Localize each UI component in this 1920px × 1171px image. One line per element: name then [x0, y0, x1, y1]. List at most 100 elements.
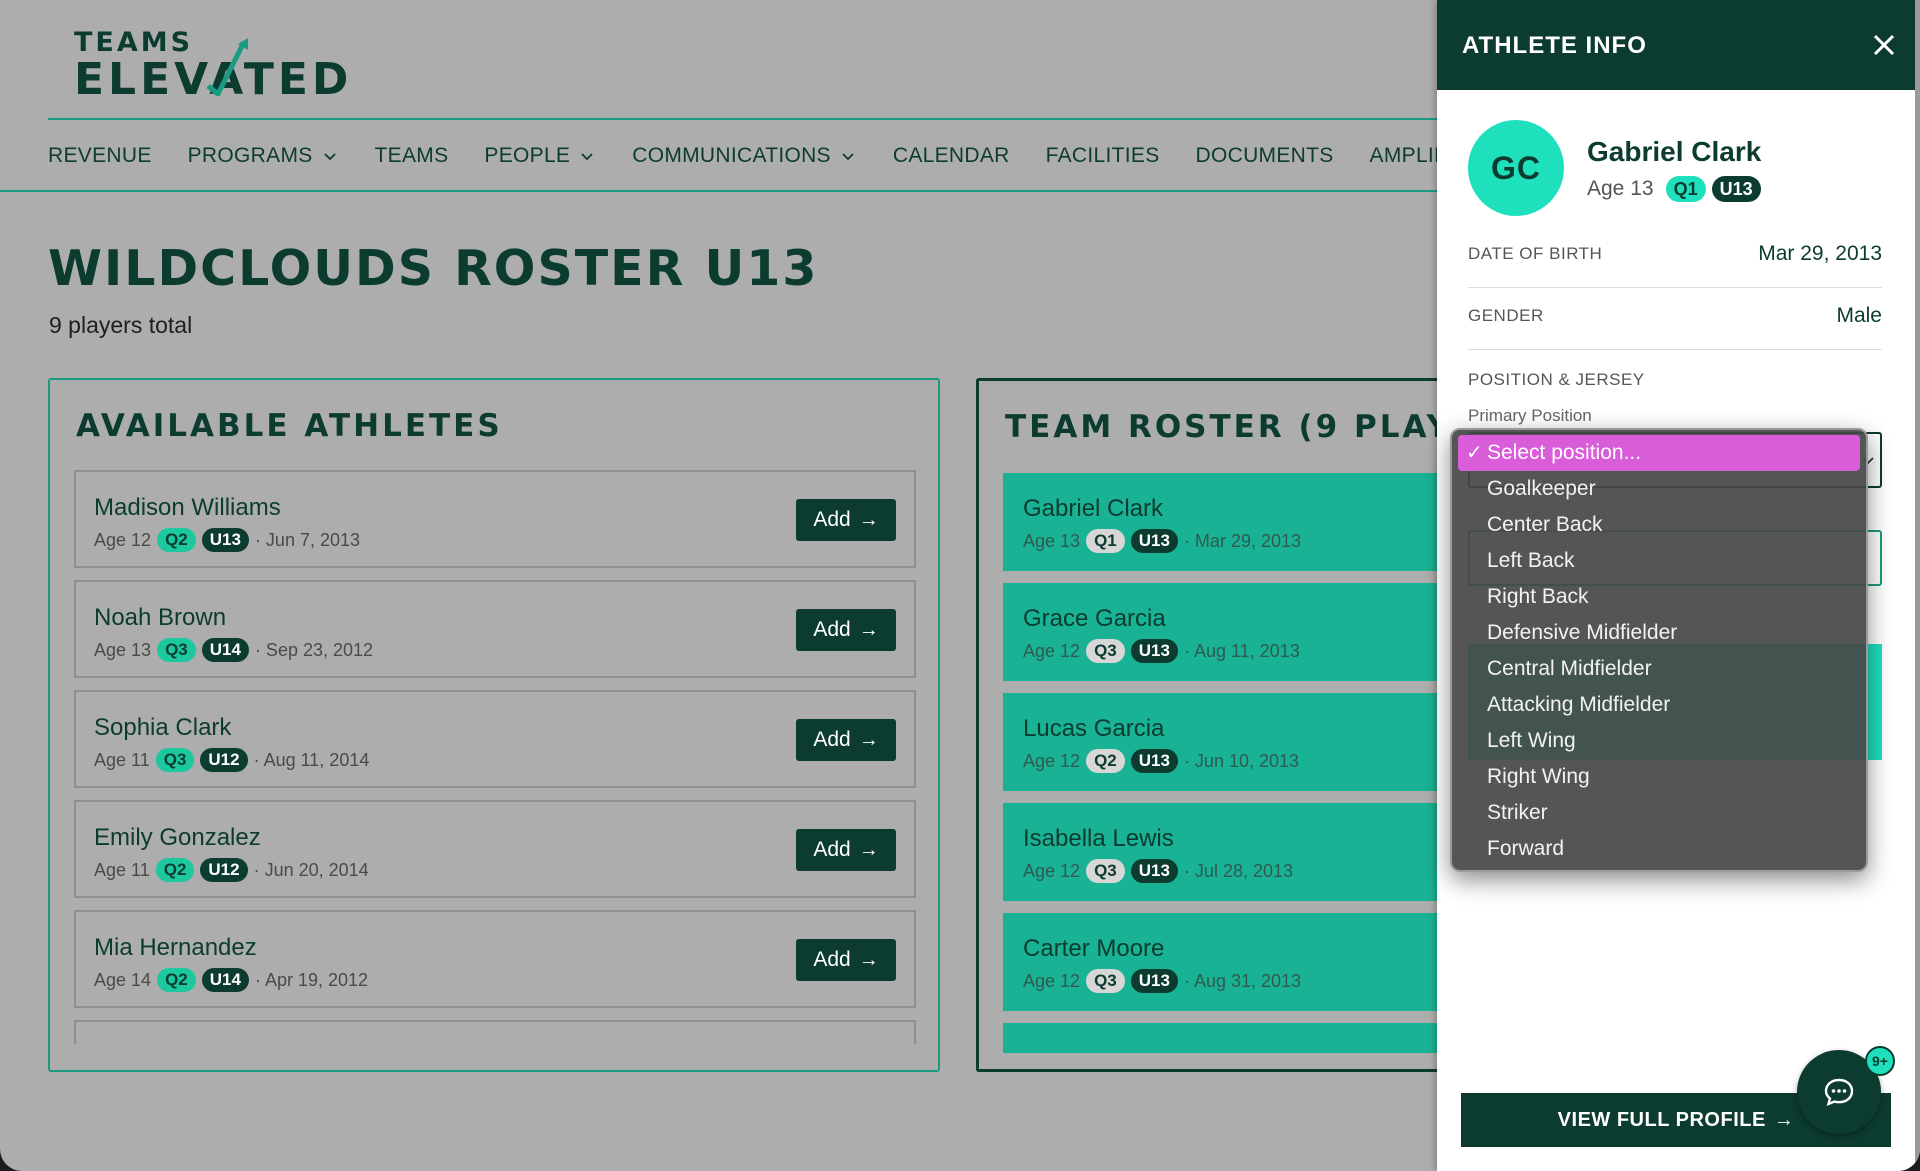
add-athlete-button[interactable]: Add → [796, 829, 896, 871]
position-option[interactable]: Central Midfielder [1458, 651, 1860, 687]
drawer-header: ATHLETE INFO [1437, 0, 1917, 90]
player-count: 9 players total [49, 312, 193, 338]
nav-item-communications[interactable]: COMMUNICATIONS [632, 144, 857, 168]
age-group-badge: U12 [200, 858, 248, 882]
gender-row: GENDER Male [1468, 290, 1882, 350]
available-athletes-list[interactable]: Madison Williams Age 12 Q2 U13 · Jun 7, 2013… [74, 470, 916, 1044]
position-option[interactable]: Defensive Midfielder [1458, 615, 1860, 651]
athlete-name: Noah Brown [94, 604, 227, 631]
add-athlete-button[interactable]: Add → [796, 939, 896, 981]
nav-item-label: COMMUNICATIONS [632, 144, 831, 167]
athlete-meta: Age 13 Q1 U13 [1587, 176, 1767, 202]
arrow-right-icon: → [858, 618, 879, 641]
chevron-down-icon [581, 153, 593, 161]
main-nav: REVENUE PROGRAMS TEAMS PEOPLE COMMUNICATIONS… [48, 142, 1519, 170]
nav-item-calendar[interactable]: CALENDAR [893, 144, 1010, 168]
roster-card[interactable]: Lucas Garcia Age 12 Q2 U13 · Jun 10, 2013 [1003, 693, 1446, 791]
avatar: GC [1468, 120, 1564, 216]
position-option-label: Right Back [1487, 585, 1589, 608]
position-option[interactable]: Center Back [1458, 507, 1860, 543]
add-athlete-button[interactable]: Add → [796, 609, 896, 651]
nav-item-label: TEAMS [374, 144, 449, 167]
athlete-meta: Age 13 Q1 U13 · Mar 29, 2013 [1023, 529, 1307, 553]
position-jersey-label: POSITION & JERSEY [1468, 370, 1645, 389]
nav-item-facilities[interactable]: FACILITIES [1046, 144, 1160, 168]
birth-date: · Apr 19, 2012 [254, 969, 369, 990]
quarter-badge: Q2 [155, 858, 195, 882]
add-athlete-button[interactable]: Add → [796, 719, 896, 761]
athlete-age: Age 12 [1023, 860, 1081, 881]
position-option-label: Right Wing [1487, 765, 1590, 788]
quarter-badge: Q1 [1086, 529, 1125, 553]
age-group-badge: U14 [201, 968, 249, 992]
dob-value: Mar 29, 2013 [1758, 242, 1882, 265]
age-group-badge: U13 [1130, 969, 1178, 993]
birth-date: · Aug 11, 2013 [1183, 640, 1300, 661]
position-option[interactable]: Forward [1458, 831, 1860, 867]
add-label: Add [813, 838, 851, 861]
nav-item-label: PROGRAMS [187, 144, 313, 167]
roster-card[interactable]: Grace Garcia Age 12 Q3 U13 · Aug 11, 2013 [1003, 583, 1446, 681]
position-option-label: Left Wing [1487, 729, 1576, 752]
age-group-badge: U13 [1130, 529, 1178, 553]
chevron-down-icon [323, 153, 336, 161]
position-option[interactable]: Striker [1458, 795, 1860, 831]
position-option[interactable]: Attacking Midfielder [1458, 687, 1860, 723]
age-group-badge: U13 [1130, 749, 1178, 773]
position-option[interactable]: Right Back [1458, 579, 1860, 615]
roster-card[interactable]: Gabriel Clark Age 13 Q1 U13 · Mar 29, 2013 [1003, 473, 1446, 571]
quarter-badge: Q2 [157, 528, 196, 552]
position-dropdown-menu[interactable]: ✓ Select position... Goalkeeper Center Back… [1450, 428, 1868, 872]
nav-item-people[interactable]: PEOPLE [484, 144, 596, 168]
add-athlete-button[interactable]: Add → [796, 499, 896, 541]
brand-logo[interactable]: TEAMS ELEVATED [74, 28, 352, 102]
nav-item-teams[interactable]: TEAMS [375, 144, 449, 168]
position-option[interactable]: Left Wing [1458, 723, 1860, 759]
roster-card[interactable]: Isabella Lewis Age 12 Q3 U13 · Jul 28, 2013 [1003, 803, 1446, 901]
position-option-label: Select position... [1487, 441, 1642, 464]
team-roster-list[interactable]: Gabriel Clark Age 13 Q1 U13 · Mar 29, 2013 Gr… [1003, 473, 1446, 1053]
add-label: Add [813, 728, 851, 751]
quarter-badge: Q3 [157, 638, 196, 662]
birth-date: · Aug 11, 2014 [253, 749, 370, 770]
position-option[interactable]: Right Wing [1458, 759, 1860, 795]
age-group-badge: U13 [1130, 859, 1178, 883]
nav-divider [0, 190, 1440, 192]
athlete-name: Mia Hernandez [94, 934, 257, 961]
quarter-badge: Q3 [155, 748, 195, 772]
age-group-badge: U14 [201, 638, 249, 662]
position-option-label: Striker [1487, 801, 1548, 824]
gender-value: Male [1836, 304, 1882, 327]
close-icon[interactable] [1867, 28, 1901, 62]
notification-badge: 9+ [1865, 1046, 1895, 1076]
available-athletes-panel: AVAILABLE ATHLETES Madison Williams Age 1… [48, 378, 940, 1072]
athlete-card: Noah Brown Age 13 Q3 U14 · Sep 23, 2012 Add → [74, 580, 916, 678]
quarter-badge: Q1 [1665, 176, 1706, 202]
position-option[interactable]: ✓ Select position... [1458, 435, 1860, 471]
quarter-badge: Q3 [1086, 969, 1125, 993]
nav-item-revenue[interactable]: REVENUE [48, 144, 152, 168]
age-group-badge: U13 [1130, 639, 1178, 663]
nav-item-programs[interactable]: PROGRAMS [188, 144, 339, 168]
birth-date: · Jul 28, 2013 [1183, 860, 1294, 881]
arrow-right-icon: → [1773, 1108, 1795, 1131]
quarter-badge: Q2 [1086, 749, 1125, 773]
position-option-label: Forward [1487, 837, 1565, 860]
add-label: Add [813, 948, 851, 971]
scrollbar[interactable] [1915, 0, 1920, 1171]
athlete-age: Age 13 [1587, 177, 1654, 200]
roster-card[interactable]: Carter Moore Age 12 Q3 U13 · Aug 31, 2013 [1003, 913, 1446, 1011]
nav-item-documents[interactable]: DOCUMENTS [1196, 144, 1334, 168]
position-option[interactable]: Left Back [1458, 543, 1860, 579]
dob-label: DATE OF BIRTH [1468, 244, 1603, 263]
birth-date: · Aug 31, 2013 [1183, 970, 1302, 991]
nav-item-label: PEOPLE [484, 144, 571, 167]
view-full-profile-label: VIEW FULL PROFILE [1557, 1108, 1766, 1131]
position-option[interactable]: Goalkeeper [1458, 471, 1860, 507]
birth-date: · Jun 20, 2014 [253, 859, 369, 880]
nav-item-label: DOCUMENTS [1195, 144, 1334, 167]
header-divider [48, 118, 1488, 120]
birth-date: · Mar 29, 2013 [1183, 530, 1301, 551]
age-group-badge: U12 [200, 748, 248, 772]
athlete-meta: Age 12 Q3 U13 · Aug 31, 2013 [1023, 969, 1307, 993]
